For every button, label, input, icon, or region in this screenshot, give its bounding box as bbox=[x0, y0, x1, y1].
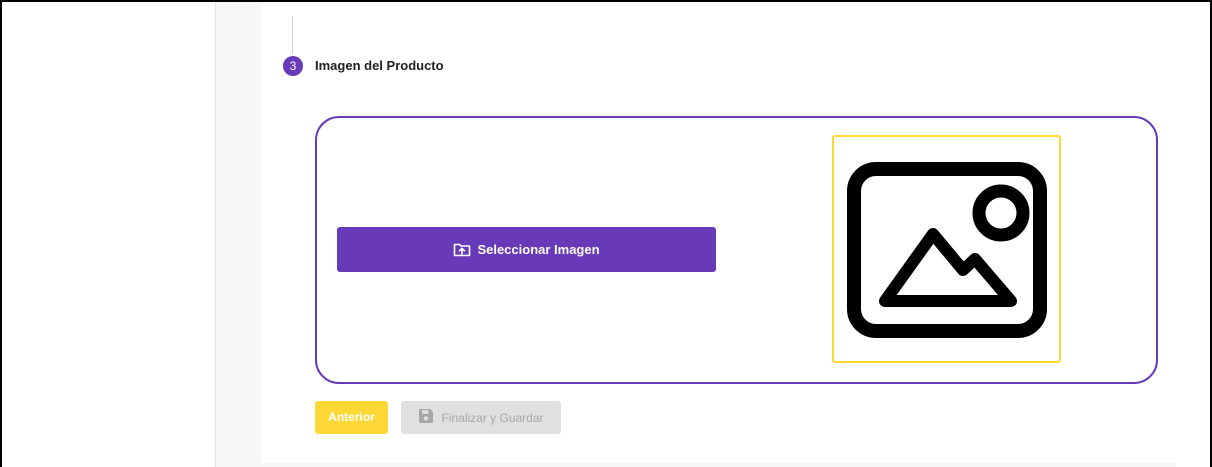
image-placeholder-icon bbox=[847, 162, 1047, 338]
folder-upload-icon bbox=[453, 242, 471, 257]
step-title: Imagen del Producto bbox=[315, 58, 444, 73]
step-number-badge: 3 bbox=[283, 56, 303, 76]
image-preview bbox=[832, 135, 1061, 363]
step-connector bbox=[292, 16, 293, 54]
select-image-label: Seleccionar Imagen bbox=[477, 242, 600, 257]
finish-and-save-label: Finalizar y Guardar bbox=[441, 410, 544, 425]
finish-and-save-button[interactable]: Finalizar y Guardar bbox=[401, 401, 561, 434]
select-image-button[interactable]: Seleccionar Imagen bbox=[337, 227, 716, 272]
save-icon bbox=[418, 408, 434, 427]
previous-button[interactable]: Anterior bbox=[315, 401, 388, 434]
